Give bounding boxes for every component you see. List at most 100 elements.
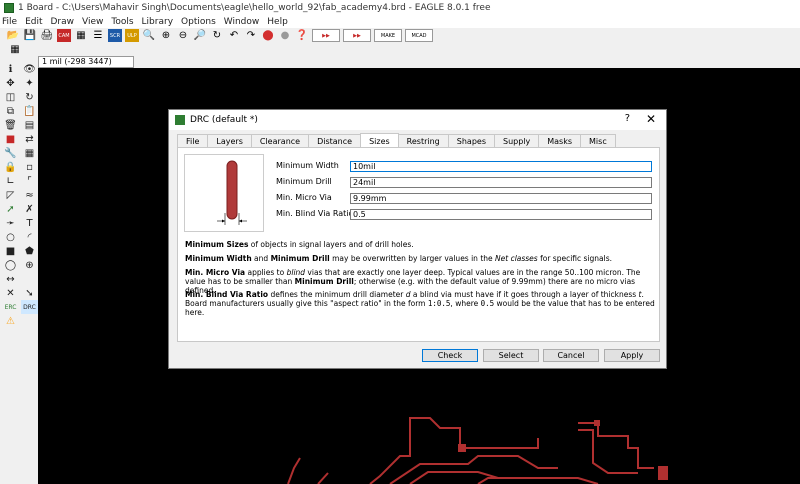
sizes-panel: Minimum Width 10mil Minimum Drill 24mil … <box>177 147 660 342</box>
min-blind-via-ratio-label: Min. Blind Via Ratio <box>276 209 354 218</box>
tab-sizes[interactable]: Sizes <box>360 133 399 147</box>
info-icon[interactable]: ℹ <box>2 62 19 76</box>
dimension-icon[interactable]: ↔ <box>2 272 19 286</box>
replace-icon[interactable]: ⇄ <box>21 132 38 146</box>
stop-icon[interactable]: ⬤ <box>261 29 275 42</box>
wire-icon[interactable]: ➛ <box>2 216 19 230</box>
circle-icon[interactable]: ○ <box>2 230 19 244</box>
tab-misc[interactable]: Misc <box>580 134 616 147</box>
meander-icon[interactable]: ≈ <box>21 188 38 202</box>
move-icon[interactable]: ✥ <box>2 76 19 90</box>
minimum-drill-input[interactable]: 24mil <box>350 177 652 188</box>
name-icon[interactable]: ▦ <box>21 146 38 160</box>
undo-icon[interactable]: ↶ <box>227 29 241 42</box>
menu-tools[interactable]: Tools <box>111 17 133 27</box>
tab-shapes[interactable]: Shapes <box>447 134 495 147</box>
ratsnest-icon[interactable]: ✕ <box>2 286 19 300</box>
optimize-icon[interactable]: ◸ <box>2 188 19 202</box>
mirror-icon[interactable]: ◫ <box>2 90 19 104</box>
zoom-out-icon[interactable]: ⊖ <box>176 29 190 42</box>
menu-draw[interactable]: Draw <box>51 17 75 27</box>
select-button[interactable]: Select <box>483 349 539 362</box>
menu-library[interactable]: Library <box>142 17 173 27</box>
fusion-push-icon[interactable]: ▶▶ <box>343 29 371 42</box>
window-title: 1 Board - C:\Users\Mahavir Singh\Documen… <box>18 3 491 13</box>
layers-icon[interactable]: ☰ <box>91 29 105 42</box>
mark-icon[interactable]: ✦ <box>21 76 38 90</box>
menu-edit[interactable]: Edit <box>25 17 42 27</box>
errors-icon[interactable]: ⚠ <box>2 314 19 328</box>
tab-distance[interactable]: Distance <box>308 134 362 147</box>
dialog-help-button[interactable]: ? <box>625 113 630 124</box>
route-icon[interactable]: ➚ <box>2 202 19 216</box>
tab-restring[interactable]: Restring <box>397 134 449 147</box>
change-icon[interactable]: 🔧 <box>2 146 19 160</box>
delete-icon[interactable]: 🗑 <box>2 118 19 132</box>
split-icon[interactable]: ∟ <box>2 174 19 188</box>
dialog-app-icon <box>175 115 185 125</box>
menu-help[interactable]: Help <box>267 17 288 27</box>
paste-icon[interactable]: 📋 <box>21 104 38 118</box>
dialog-close-button[interactable]: ✕ <box>646 112 656 126</box>
zoom-in-icon[interactable]: ⊕ <box>159 29 173 42</box>
lock-icon[interactable]: 🔒 <box>2 160 19 174</box>
copy-icon[interactable]: ⧉ <box>2 104 19 118</box>
help-icon[interactable]: ❓ <box>295 29 309 42</box>
menu-options[interactable]: Options <box>181 17 216 27</box>
go-icon[interactable]: ● <box>278 29 292 42</box>
make-icon[interactable]: MAKE <box>374 29 402 42</box>
ripup-icon[interactable]: ✗ <box>21 202 38 216</box>
tab-masks[interactable]: Masks <box>538 134 582 147</box>
print-icon[interactable]: 🖨 <box>40 29 54 42</box>
menu-bar: File Edit Draw View Tools Library Option… <box>0 16 800 28</box>
zoom-redraw-icon[interactable]: ↻ <box>210 29 224 42</box>
apply-button[interactable]: Apply <box>604 349 660 362</box>
autorouter-icon[interactable]: ➘ <box>21 286 38 300</box>
dialog-title-bar: DRC (default *) ? ✕ <box>169 110 666 130</box>
zoom-select-icon[interactable]: 🔎 <box>193 29 207 42</box>
script-icon[interactable]: SCR <box>108 29 122 42</box>
cancel-button[interactable]: Cancel <box>543 349 599 362</box>
add-icon[interactable]: ■ <box>2 132 19 146</box>
ulp-icon[interactable]: ULP <box>125 29 139 42</box>
title-bar: 1 Board - C:\Users\Mahavir Singh\Documen… <box>0 0 800 16</box>
drc-icon[interactable]: DRC <box>21 300 38 314</box>
hole-icon[interactable]: ⊕ <box>21 258 38 272</box>
drc-dialog: DRC (default *) ? ✕ File Layers Clearanc… <box>168 109 667 369</box>
minimum-width-input[interactable]: 10mil <box>350 161 652 172</box>
min-micro-via-input[interactable]: 9.99mm <box>350 193 652 204</box>
show-icon[interactable]: 👁 <box>21 62 38 76</box>
attribute-icon[interactable]: ​ <box>21 272 38 286</box>
mcad-icon[interactable]: MCAD <box>405 29 433 42</box>
min-blind-via-ratio-input[interactable]: 0.5 <box>350 209 652 220</box>
redo-icon[interactable]: ↷ <box>244 29 258 42</box>
tab-file[interactable]: File <box>177 134 209 147</box>
via-illustration <box>217 160 247 225</box>
open-icon[interactable]: 📂 <box>6 29 20 42</box>
dialog-tabs: File Layers Clearance Distance Sizes Res… <box>177 133 616 148</box>
via-icon[interactable]: ◯ <box>2 258 19 272</box>
menu-file[interactable]: File <box>2 17 17 27</box>
eagle-app-icon <box>4 3 14 13</box>
erc-icon[interactable]: ERC <box>2 300 19 314</box>
polygon-icon[interactable]: ⬟ <box>21 244 38 258</box>
rect-icon[interactable]: ■ <box>2 244 19 258</box>
arc-icon[interactable]: ◜ <box>21 230 38 244</box>
grid-icon[interactable]: ▦ <box>8 43 22 56</box>
board-icon[interactable]: ▦ <box>74 29 88 42</box>
tab-supply[interactable]: Supply <box>493 134 540 147</box>
text-icon[interactable]: T <box>21 216 38 230</box>
fusion-sync-icon[interactable]: ▶▶ <box>312 29 340 42</box>
group-icon[interactable]: ▤ <box>21 118 38 132</box>
rotate-icon[interactable]: ↻ <box>21 90 38 104</box>
tab-layers[interactable]: Layers <box>207 134 252 147</box>
menu-window[interactable]: Window <box>224 17 260 27</box>
cam-icon[interactable]: CAM <box>57 29 71 42</box>
save-icon[interactable]: 💾 <box>23 29 37 42</box>
check-button[interactable]: Check <box>422 349 478 362</box>
smash-icon[interactable]: ▫ <box>21 160 38 174</box>
zoom-fit-icon[interactable]: 🔍 <box>142 29 156 42</box>
tab-clearance[interactable]: Clearance <box>250 134 310 147</box>
menu-view[interactable]: View <box>82 17 103 27</box>
miter-icon[interactable]: ⌜ <box>21 174 38 188</box>
